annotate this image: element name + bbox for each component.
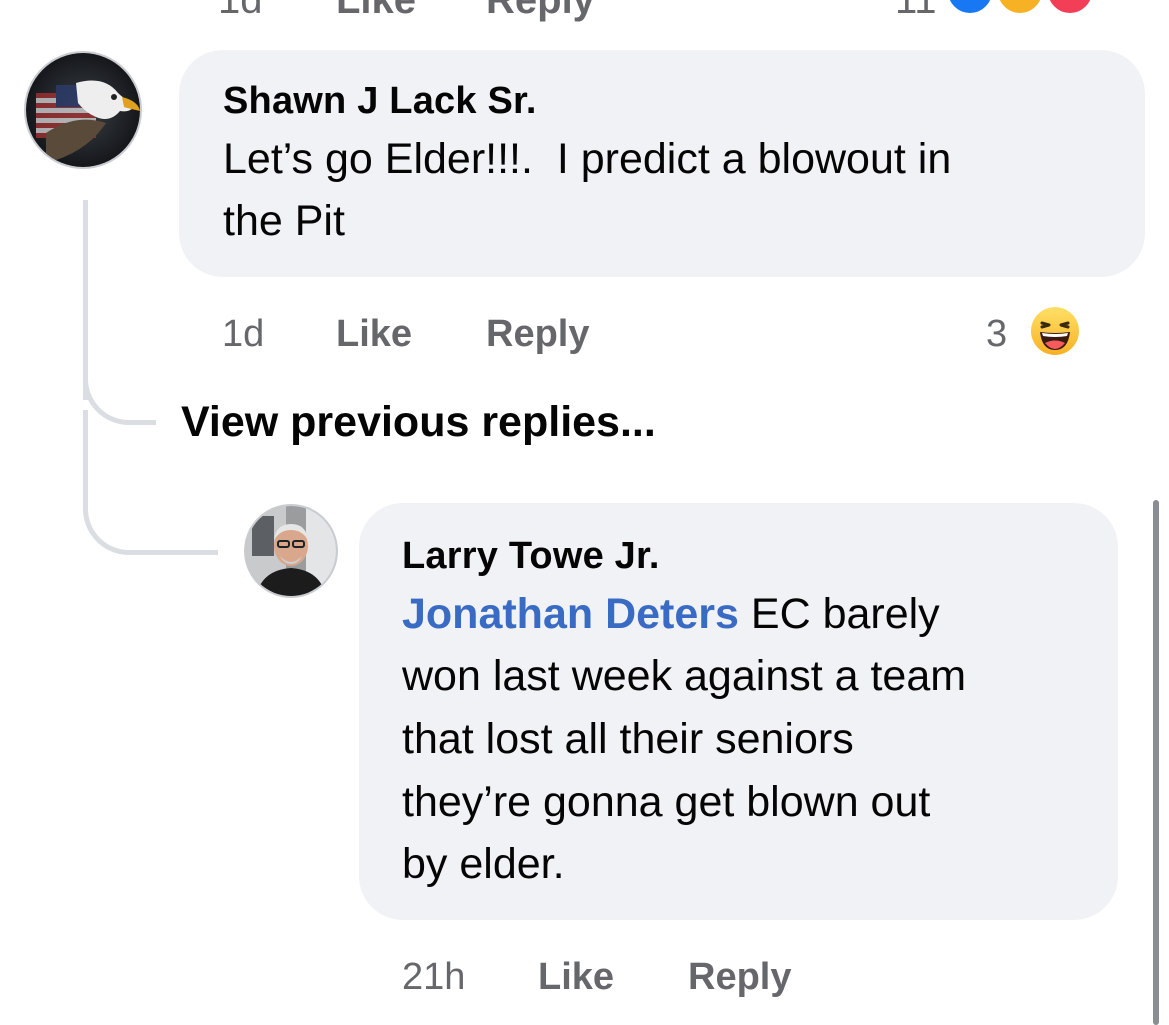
reply-button[interactable]: Reply (688, 956, 791, 999)
thread-connector-reply (83, 490, 218, 555)
comment-text-line-4: they’re gonna get blown out (402, 778, 931, 826)
comment-bubble[interactable]: Larry Towe Jr. Jonathan Deters EC barely… (359, 503, 1118, 920)
prev-reactions[interactable] (940, 0, 1100, 18)
love-icon (995, 0, 1045, 16)
comment-text-fragment: EC barely (738, 590, 940, 638)
prev-comment-time: 1d (218, 0, 263, 22)
prev-reply-button[interactable]: Reply (486, 0, 595, 23)
mention-link[interactable]: Jonathan Deters (402, 590, 739, 638)
like-icon (945, 0, 995, 16)
prev-reaction-count: 11 (895, 0, 937, 22)
comment-text-line-5: by elder. (402, 840, 565, 888)
care-icon (1045, 0, 1095, 16)
thread-connector-view-previous (83, 360, 156, 425)
avatar[interactable] (24, 51, 142, 169)
reply-button[interactable]: Reply (486, 313, 589, 356)
comment-text-line-2: the Pit (223, 197, 345, 245)
like-button[interactable]: Like (538, 956, 614, 999)
view-previous-replies-link[interactable]: View previous replies... (181, 398, 656, 447)
man-photo-avatar-icon (246, 506, 336, 596)
prev-like-button[interactable]: Like (336, 0, 416, 23)
like-button[interactable]: Like (336, 313, 412, 356)
comment-text-line-1: Jonathan Deters EC barely (402, 583, 940, 645)
eagle-flag-avatar-icon (26, 53, 140, 167)
comment-author[interactable]: Larry Towe Jr. (402, 535, 660, 578)
haha-emoji-icon[interactable] (1030, 306, 1080, 356)
avatar[interactable] (244, 504, 338, 598)
comment-text-line-2: won last week against a team (402, 652, 967, 700)
scrollbar[interactable] (1153, 500, 1159, 1025)
comment-text-line-1: Let’s go Elder!!!. I predict a blowout i… (223, 135, 952, 183)
comment-time[interactable]: 21h (402, 956, 465, 999)
comment-time[interactable]: 1d (222, 313, 264, 356)
comment-author[interactable]: Shawn J Lack Sr. (223, 80, 537, 123)
reaction-count[interactable]: 3 (986, 313, 1007, 356)
comment-text-line-3: that lost all their seniors (402, 715, 854, 763)
comment-bubble[interactable]: Shawn J Lack Sr. Let’s go Elder!!!. I pr… (179, 50, 1145, 277)
